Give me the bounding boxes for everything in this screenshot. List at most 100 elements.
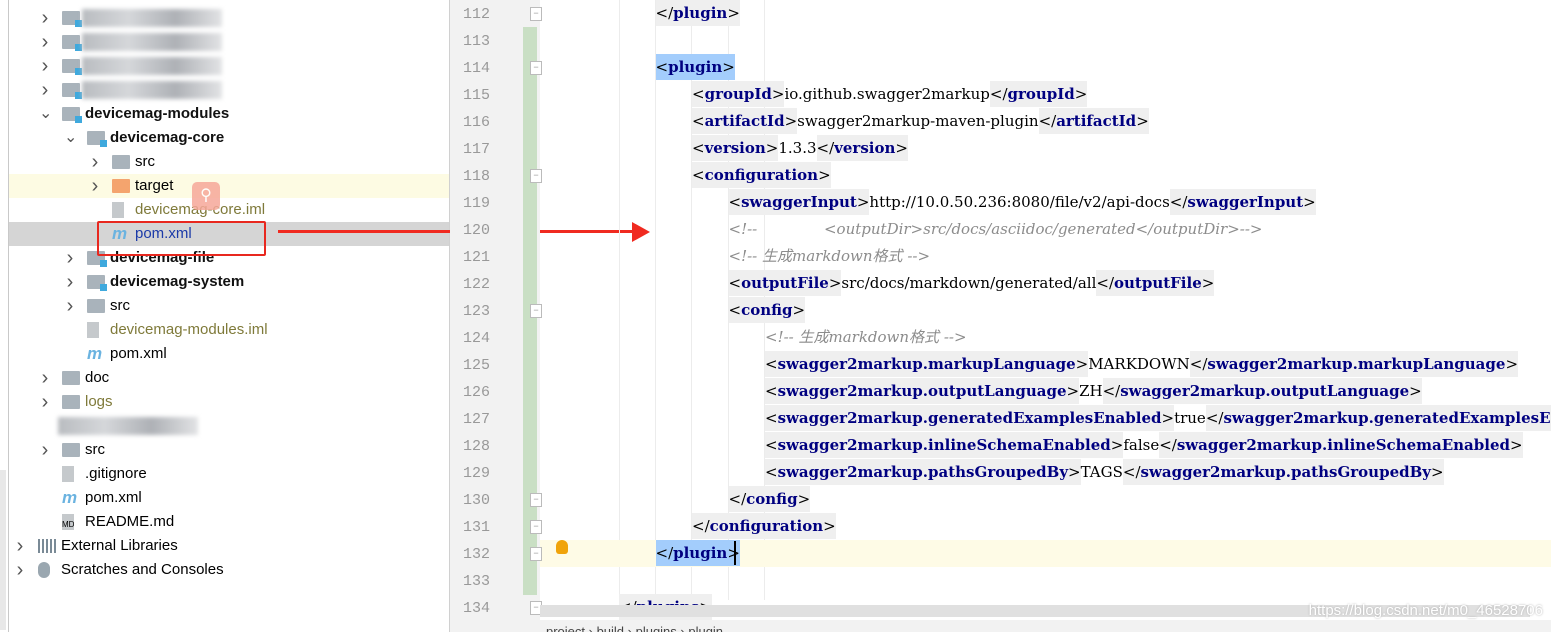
tree-item[interactable]: ›	[9, 30, 449, 54]
breadcrumb[interactable]: project › build › plugins › plugin	[450, 620, 1551, 632]
fold-marker-icon[interactable]: −	[530, 304, 542, 318]
code-line[interactable]: <groupId>io.github.swagger2markup</group…	[540, 81, 1551, 108]
code-editor[interactable]: 112 </plugin> − 113 114 <plugin> − 115 <groupId>…	[450, 0, 1551, 620]
tree-item[interactable]: › logs	[9, 390, 449, 414]
code-line[interactable]: <!-- 生成markdown格式 -->	[540, 324, 1551, 351]
code-line[interactable]	[540, 567, 1551, 594]
tree-item[interactable]: › src	[9, 294, 449, 318]
code-line[interactable]: <config>	[540, 297, 1551, 324]
tree-item[interactable]: m pom.xml	[9, 342, 449, 366]
fold-marker-icon[interactable]: −	[530, 520, 542, 534]
chevron-down-icon[interactable]: ⌄	[64, 126, 77, 150]
fold-marker-icon[interactable]: −	[530, 61, 542, 75]
tree-item[interactable]: .gitignore	[9, 462, 449, 486]
chevron-right-icon[interactable]: ›	[39, 54, 51, 78]
tree-item[interactable]: ›	[9, 54, 449, 78]
side-tool-tab[interactable]	[0, 470, 6, 630]
tree-item[interactable]: m pom.xml	[9, 486, 449, 510]
code-line[interactable]: <artifactId>swagger2markup-maven-plugin<…	[540, 108, 1551, 135]
xml-tag: </artifactId>	[1038, 108, 1149, 134]
chevron-right-icon[interactable]: ›	[89, 174, 101, 198]
tree-item-label: devicemag-system	[110, 273, 245, 290]
chevron-right-icon[interactable]: ›	[39, 438, 51, 462]
code-line[interactable]: </configuration>	[540, 513, 1551, 540]
xml-tag: <configuration>	[692, 162, 831, 188]
file-icon	[87, 322, 99, 338]
file-icon	[112, 202, 124, 218]
tree-item-label: src	[110, 297, 130, 314]
chevron-right-icon[interactable]: ›	[89, 150, 101, 174]
code-line[interactable]: </config>	[540, 486, 1551, 513]
chevron-right-icon[interactable]: ›	[39, 390, 51, 414]
line-number: 133	[462, 573, 490, 590]
chevron-right-icon[interactable]: ›	[64, 270, 76, 294]
tree-item[interactable]: › src	[9, 438, 449, 462]
tree-item[interactable]: › src	[9, 150, 449, 174]
chevron-right-icon[interactable]: ›	[14, 534, 26, 558]
code-line[interactable]: </plugin>	[540, 540, 1551, 567]
xml-tag: <swagger2markup.markupLanguage>	[765, 351, 1089, 377]
code-line[interactable]: <version>1.3.3</version>	[540, 135, 1551, 162]
lightbulb-icon[interactable]	[556, 540, 568, 554]
tree-item[interactable]: › doc	[9, 366, 449, 390]
folder-icon	[62, 443, 80, 457]
xml-tag: </version>	[816, 135, 908, 161]
folder-icon	[62, 395, 80, 409]
tree-item[interactable]: › External Libraries	[9, 534, 449, 558]
fold-marker-icon[interactable]: −	[530, 7, 542, 21]
tree-item[interactable]: ›	[9, 6, 449, 30]
scratches-icon	[38, 562, 50, 578]
code-line[interactable]: <outputFile>src/docs/markdown/generated/…	[540, 270, 1551, 297]
xml-text: TAGS	[1080, 463, 1123, 481]
code-line[interactable]	[540, 27, 1551, 54]
search-overlay-icon[interactable]: ⚲	[192, 182, 220, 210]
tree-item-label: devicemag-core	[110, 129, 225, 146]
folder-icon	[62, 371, 80, 385]
xml-tag: <swagger2markup.generatedExamplesEnabled…	[765, 405, 1175, 431]
tree-item[interactable]: › Scratches and Consoles	[9, 558, 449, 582]
chevron-right-icon[interactable]: ›	[39, 78, 51, 102]
chevron-down-icon[interactable]: ⌄	[39, 102, 52, 126]
code-line[interactable]: <swaggerInput>http://10.0.50.236:8080/fi…	[540, 189, 1551, 216]
code-line[interactable]: <configuration>	[540, 162, 1551, 189]
xml-comment: <!-- <outputDir>src/docs/asciidoc/genera…	[728, 220, 1263, 238]
code-line[interactable]: <swagger2markup.generatedExamplesEnabled…	[540, 405, 1551, 432]
code-line[interactable]: <plugin>	[540, 54, 1551, 81]
chevron-right-icon[interactable]: ›	[39, 366, 51, 390]
line-number: 121	[462, 249, 490, 266]
chevron-right-icon[interactable]: ›	[39, 30, 51, 54]
tree-item-label: pom.xml	[85, 489, 142, 506]
chevron-right-icon[interactable]: ›	[39, 6, 51, 30]
module-folder-icon	[62, 59, 82, 75]
module-folder-icon	[62, 11, 82, 27]
chevron-right-icon[interactable]: ›	[64, 246, 76, 270]
code-line[interactable]: <swagger2markup.inlineSchemaEnabled>fals…	[540, 432, 1551, 459]
code-line[interactable]: <swagger2markup.pathsGroupedBy>TAGS</swa…	[540, 459, 1551, 486]
tree-item[interactable]: › target	[9, 174, 449, 198]
tree-item[interactable]: devicemag-core.iml	[9, 198, 449, 222]
code-line[interactable]: <swagger2markup.markupLanguage>MARKDOWN<…	[540, 351, 1551, 378]
xml-tag: </swagger2markup.pathsGroupedBy>	[1122, 459, 1444, 485]
tree-item[interactable]: ⌄ devicemag-modules	[9, 102, 449, 126]
tree-item[interactable]: ›	[9, 78, 449, 102]
code-line[interactable]: </plugin>	[540, 0, 1551, 27]
chevron-right-icon[interactable]: ›	[14, 558, 26, 582]
code-line[interactable]: <swagger2markup.outputLanguage>ZH</swagg…	[540, 378, 1551, 405]
tree-item[interactable]	[9, 414, 449, 438]
xml-tag: <swagger2markup.outputLanguage>	[765, 378, 1080, 404]
tree-item[interactable]: ⌄ devicemag-core	[9, 126, 449, 150]
chevron-right-icon[interactable]: ›	[64, 294, 76, 318]
markdown-file-icon: MD	[62, 514, 74, 530]
fold-marker-icon[interactable]: −	[530, 169, 542, 183]
fold-marker-icon[interactable]: −	[530, 493, 542, 507]
tree-item[interactable]: devicemag-modules.iml	[9, 318, 449, 342]
tree-item-label: pom.xml	[110, 345, 167, 362]
tree-item[interactable]: › devicemag-system	[9, 270, 449, 294]
line-number: 115	[462, 87, 490, 104]
xml-text: false	[1123, 436, 1160, 454]
code-line[interactable]: <!-- 生成markdown格式 -->	[540, 243, 1551, 270]
tree-item[interactable]: MD README.md	[9, 510, 449, 534]
fold-marker-icon[interactable]: −	[530, 547, 542, 561]
code-line[interactable]: <!-- <outputDir>src/docs/asciidoc/genera…	[540, 216, 1551, 243]
line-number: 117	[462, 141, 490, 158]
